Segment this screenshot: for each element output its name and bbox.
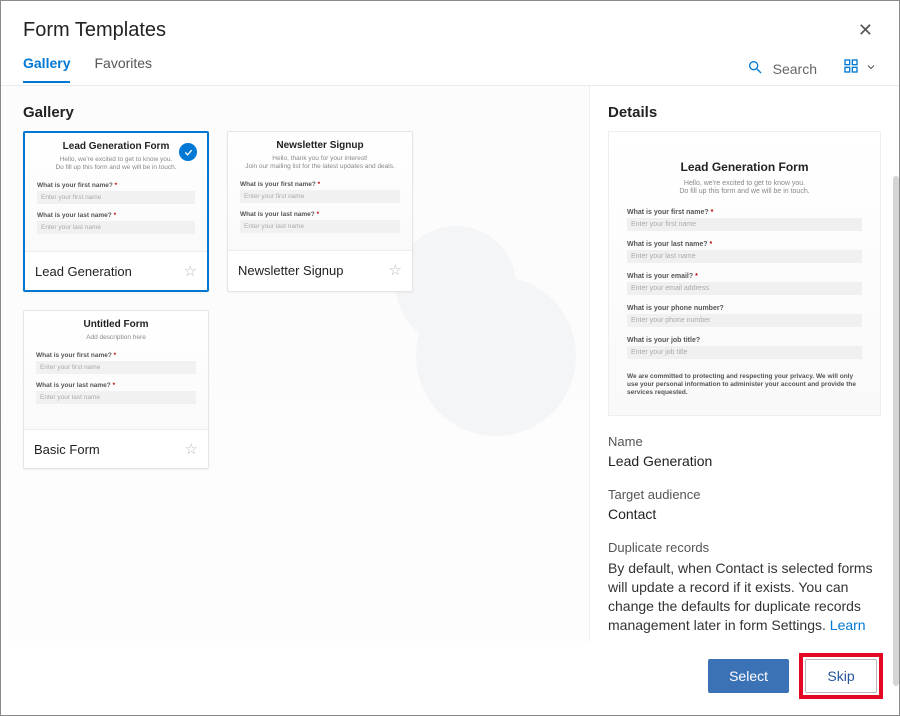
close-icon[interactable]: ✕ [854, 19, 877, 41]
template-name: Lead Generation [35, 264, 184, 279]
search-placeholder: Search [773, 61, 817, 77]
dialog-header: Form Templates ✕ [1, 1, 899, 52]
favorite-star-icon[interactable]: ☆ [389, 261, 402, 279]
grid-view-icon [843, 58, 859, 79]
gallery-cards: Lead Generation Form Hello, we're excite… [23, 131, 567, 469]
details-scroll[interactable]: Details Lead Generation Form Hello, we'r… [590, 86, 899, 641]
toolbar: Gallery Favorites Search [1, 52, 899, 86]
details-preview: Lead Generation Form Hello, we're excite… [608, 131, 881, 416]
favorite-star-icon[interactable]: ☆ [185, 440, 198, 458]
template-card-footer: Newsletter Signup ☆ [228, 250, 412, 289]
details-audience-value: Contact [608, 506, 881, 522]
chevron-down-icon [865, 60, 877, 78]
template-name: Basic Form [34, 442, 185, 457]
skip-button[interactable]: Skip [805, 659, 877, 693]
details-duplicate-label: Duplicate records [608, 540, 881, 555]
dialog-footer: Select Skip [1, 641, 899, 715]
template-card-newsletter-signup[interactable]: Newsletter Signup Hello, thank you for y… [227, 131, 413, 292]
details-name-value: Lead Generation [608, 453, 881, 469]
gallery-pane: Gallery Lead Generation Form Hello, we'r… [1, 86, 589, 641]
dialog-title: Form Templates [23, 19, 854, 42]
dialog-body: Gallery Lead Generation Form Hello, we'r… [1, 86, 899, 641]
gallery-heading: Gallery [23, 104, 567, 121]
template-name: Newsletter Signup [238, 263, 389, 278]
selected-check-icon [179, 143, 197, 161]
details-name-label: Name [608, 434, 881, 449]
template-thumb: Newsletter Signup Hello, thank you for y… [228, 132, 412, 250]
template-card-footer: Lead Generation ☆ [25, 251, 207, 290]
favorite-star-icon[interactable]: ☆ [184, 262, 197, 280]
tab-favorites[interactable]: Favorites [94, 55, 152, 83]
skip-button-highlight: Skip [799, 653, 883, 699]
scrollbar[interactable] [893, 176, 899, 686]
view-mode-toggle[interactable] [843, 58, 877, 79]
tabs: Gallery Favorites [23, 55, 152, 83]
template-card-basic-form[interactable]: Untitled Form Add description here What … [23, 310, 209, 469]
search-input[interactable]: Search [747, 59, 817, 78]
template-thumb: Untitled Form Add description here What … [24, 311, 208, 429]
search-icon [747, 59, 763, 78]
details-heading: Details [608, 104, 881, 121]
tab-gallery[interactable]: Gallery [23, 55, 70, 83]
details-audience-label: Target audience [608, 487, 881, 502]
template-card-lead-generation[interactable]: Lead Generation Form Hello, we're excite… [23, 131, 209, 292]
details-duplicate-text: By default, when Contact is selected for… [608, 559, 881, 641]
select-button[interactable]: Select [708, 659, 789, 693]
template-card-footer: Basic Form ☆ [24, 429, 208, 468]
details-pane: Details Lead Generation Form Hello, we'r… [589, 86, 899, 641]
form-templates-dialog: Form Templates ✕ Gallery Favorites Searc… [0, 0, 900, 716]
